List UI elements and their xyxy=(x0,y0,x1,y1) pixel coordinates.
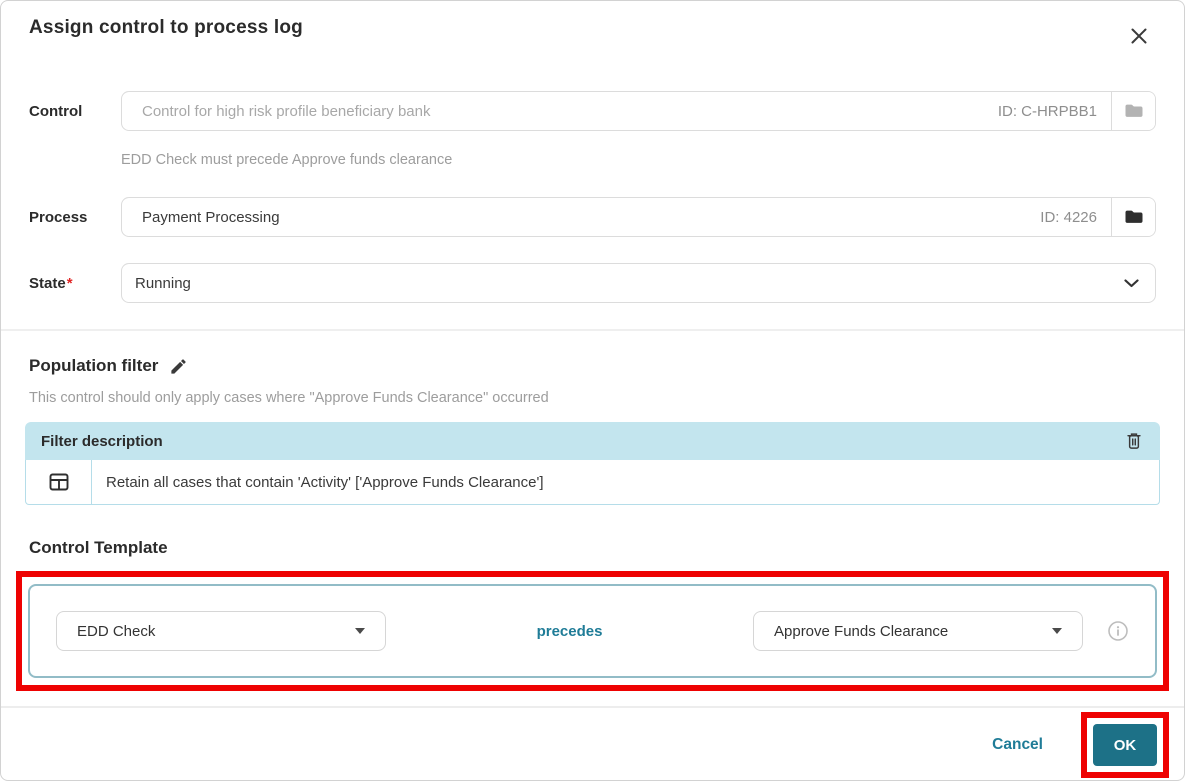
dialog-header: Assign control to process log xyxy=(29,1,1156,49)
population-filter-heading-row: Population filter xyxy=(29,356,1156,376)
state-selected-value: Running xyxy=(135,274,191,292)
process-browse-button[interactable] xyxy=(1111,198,1155,236)
annotation-box-ok: OK xyxy=(1081,712,1169,778)
relation-label: precedes xyxy=(536,622,603,640)
right-activity-value: Approve Funds Clearance xyxy=(774,622,949,640)
process-field-row: Process ID: 4226 xyxy=(29,197,1156,237)
state-field-row: State* Running xyxy=(29,263,1156,303)
control-template-panel: EDD Check precedes Approve Funds Clearan… xyxy=(28,584,1157,678)
filter-row-icon-cell xyxy=(26,460,92,504)
control-field-row: Control ID: C-HRPBB1 xyxy=(29,91,1156,131)
right-activity-dropdown[interactable]: Approve Funds Clearance xyxy=(753,611,1083,651)
control-browse-button[interactable] xyxy=(1111,92,1155,130)
required-asterisk: * xyxy=(66,274,73,292)
dialog-title: Assign control to process log xyxy=(29,17,303,38)
filter-table: Filter description Retain all cases that… xyxy=(25,422,1160,505)
left-activity-dropdown[interactable]: EDD Check xyxy=(56,611,386,651)
table-icon xyxy=(47,471,71,493)
filter-rule-text: Retain all cases that contain 'Activity'… xyxy=(106,473,544,491)
cancel-button[interactable]: Cancel xyxy=(986,735,1049,755)
control-id-text: ID: C-HRPBB1 xyxy=(997,102,1097,120)
edit-filter-button[interactable] xyxy=(169,357,188,376)
pencil-icon xyxy=(169,357,188,376)
left-activity-value: EDD Check xyxy=(77,622,156,640)
annotation-box-template: EDD Check precedes Approve Funds Clearan… xyxy=(16,571,1169,691)
template-info-button[interactable] xyxy=(1107,620,1129,642)
trash-icon xyxy=(1124,431,1144,452)
chevron-down-icon xyxy=(1124,278,1139,288)
assign-control-dialog: Assign control to process log Control ID… xyxy=(0,0,1185,781)
info-icon xyxy=(1107,620,1129,642)
control-input[interactable] xyxy=(122,92,998,130)
folder-icon xyxy=(1123,100,1145,122)
process-id-text: ID: 4226 xyxy=(1040,208,1097,226)
delete-filter-button[interactable] xyxy=(1124,431,1144,452)
section-divider xyxy=(1,329,1184,331)
filter-header-label: Filter description xyxy=(41,432,163,450)
control-template-heading: Control Template xyxy=(29,538,168,557)
close-icon xyxy=(1130,27,1148,45)
close-button[interactable] xyxy=(1126,23,1152,49)
process-input-group: ID: 4226 xyxy=(121,197,1156,237)
population-filter-heading: Population filter xyxy=(29,356,159,375)
control-input-group: ID: C-HRPBB1 xyxy=(121,91,1156,131)
caret-down-icon xyxy=(355,628,365,634)
caret-down-icon xyxy=(1052,628,1062,634)
state-label-text: State xyxy=(29,274,66,292)
filter-table-header: Filter description xyxy=(25,422,1160,460)
process-input[interactable] xyxy=(122,198,1041,236)
population-filter-description: This control should only apply cases whe… xyxy=(29,390,549,406)
control-helper-text: EDD Check must precede Approve funds cle… xyxy=(121,152,453,168)
state-select[interactable]: Running xyxy=(121,263,1156,303)
folder-icon xyxy=(1123,206,1145,228)
state-label: State* xyxy=(29,275,121,292)
dialog-footer: Cancel OK xyxy=(1,706,1184,780)
control-label: Control xyxy=(29,102,83,120)
filter-rule-row[interactable]: Retain all cases that contain 'Activity'… xyxy=(25,460,1160,505)
ok-button[interactable]: OK xyxy=(1093,724,1157,766)
process-label: Process xyxy=(29,208,88,226)
